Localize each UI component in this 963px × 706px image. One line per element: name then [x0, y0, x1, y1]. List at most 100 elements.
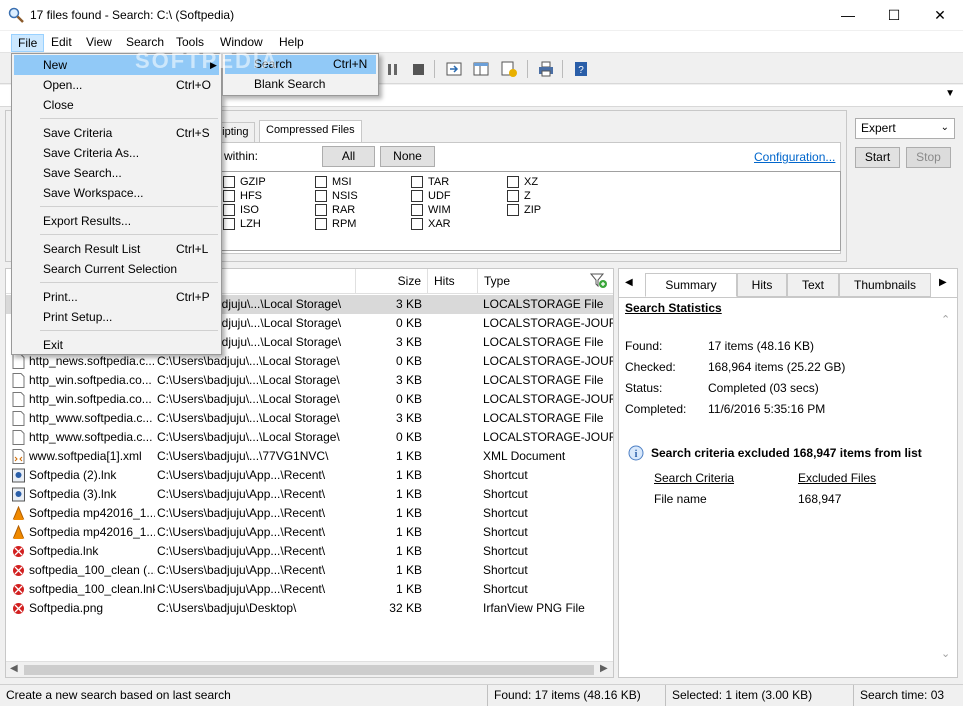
checkbox-box[interactable] — [223, 204, 235, 216]
table-row[interactable]: http_www.softpedia.c... C:\Users\badjuju\… — [6, 409, 613, 428]
column-header-size[interactable]: Size — [356, 269, 428, 293]
format-checkbox[interactable]: HFS — [223, 189, 262, 203]
checkbox-box[interactable] — [223, 176, 235, 188]
printer-icon[interactable] — [537, 60, 555, 78]
checkbox-box[interactable] — [223, 218, 235, 230]
checkbox-box[interactable] — [507, 190, 519, 202]
scroll-up-icon[interactable]: ⌃ — [941, 313, 950, 326]
file-menu-item[interactable]: Save Search... — [14, 163, 219, 183]
checkbox-box[interactable] — [315, 176, 327, 188]
row-path: C:\Users\badjuju\App...\Recent\ — [157, 525, 326, 539]
format-checkbox[interactable]: XZ — [507, 175, 538, 189]
table-row[interactable]: www.softpedia[1].xml C:\Users\badjuju\...… — [6, 447, 613, 466]
menu-separator — [40, 234, 218, 235]
tab-summary[interactable]: Summary — [645, 273, 737, 297]
checkbox-box[interactable] — [411, 190, 423, 202]
format-checkbox[interactable]: MSI — [315, 175, 352, 189]
format-checkbox[interactable]: XAR — [411, 217, 451, 231]
export-icon[interactable] — [445, 60, 463, 78]
help-book-icon[interactable]: ? — [572, 60, 590, 78]
file-menu-item[interactable]: Export Results... — [14, 211, 219, 231]
scrollbar-thumb[interactable] — [24, 665, 594, 675]
menu-edit[interactable]: Edit — [45, 34, 78, 52]
row-name: Softpedia (3).lnk — [29, 487, 117, 501]
file-menu-item[interactable]: Print Setup... — [14, 307, 219, 327]
format-checkbox[interactable]: LZH — [223, 217, 261, 231]
scroll-down-icon[interactable]: ⌄ — [941, 647, 950, 660]
file-menu-item[interactable]: Open... Ctrl+O — [14, 75, 219, 95]
horizontal-scrollbar[interactable]: ◀ ▶ — [6, 661, 613, 677]
file-menu-item[interactable]: Print... Ctrl+P — [14, 287, 219, 307]
checkbox-box[interactable] — [411, 204, 423, 216]
pause-icon[interactable] — [384, 60, 402, 78]
file-menu-item[interactable]: Search Current Selection — [14, 259, 219, 279]
tab-scroll-left-icon[interactable]: ◀ — [625, 277, 633, 288]
formats-box: GZIP MSI TAR XZ HFS NSIS UDF Z ISO RAR WIM ZIP LZH RP… — [216, 171, 841, 251]
table-row[interactable]: Softpedia (3).lnk C:\Users\badjuju\App...… — [6, 485, 613, 504]
table-row[interactable]: Softpedia mp42016_1... C:\Users\badjuju\A… — [6, 523, 613, 542]
filter-add-icon[interactable] — [590, 273, 608, 289]
checkbox-box[interactable] — [315, 204, 327, 216]
maximize-button[interactable]: ☐ — [871, 0, 917, 30]
format-checkbox[interactable]: WIM — [411, 203, 451, 217]
file-menu-item[interactable]: Exit — [14, 335, 219, 355]
row-size: 3 KB — [395, 297, 422, 311]
file-menu-item[interactable]: Save Criteria Ctrl+S — [14, 123, 219, 143]
scroll-left-icon[interactable]: ◀ — [10, 663, 18, 674]
mode-select-value: Expert — [861, 121, 896, 135]
checkbox-box[interactable] — [223, 190, 235, 202]
format-checkbox[interactable]: TAR — [411, 175, 449, 189]
file-menu-item[interactable]: Close — [14, 95, 219, 115]
format-checkbox[interactable]: ISO — [223, 203, 259, 217]
checkbox-box[interactable] — [411, 218, 423, 230]
table-row[interactable]: http_win.softpedia.co... C:\Users\badjuju… — [6, 371, 613, 390]
all-button[interactable]: All — [322, 146, 375, 167]
column-header-hits[interactable]: Hits — [428, 269, 478, 293]
start-button[interactable]: Start — [855, 147, 900, 168]
checkbox-box[interactable] — [507, 176, 519, 188]
table-row[interactable]: Softpedia.png C:\Users\badjuju\Desktop\ 32… — [6, 599, 613, 618]
configuration-link[interactable]: Configuration... — [754, 150, 835, 164]
tab-text[interactable]: Text — [787, 273, 839, 297]
tab-hits[interactable]: Hits — [737, 273, 787, 297]
checkbox-box[interactable] — [507, 204, 519, 216]
stop-button[interactable]: Stop — [906, 147, 951, 168]
scroll-right-icon[interactable]: ▶ — [600, 663, 608, 674]
checkbox-box[interactable] — [315, 190, 327, 202]
format-checkbox[interactable]: GZIP — [223, 175, 266, 189]
options-icon[interactable] — [500, 60, 518, 78]
table-row[interactable]: softpedia_100_clean (... C:\Users\badjuju… — [6, 561, 613, 580]
table-row[interactable]: softpedia_100_clean.lnk C:\Users\badjuju\… — [6, 580, 613, 599]
file-menu-item[interactable]: Save Criteria As... — [14, 143, 219, 163]
new-submenu-item[interactable]: Blank Search — [225, 75, 376, 94]
tab-scroll-right-icon[interactable]: ▶ — [939, 277, 947, 288]
table-row[interactable]: http_win.softpedia.co... C:\Users\badjuju… — [6, 390, 613, 409]
close-button[interactable]: ✕ — [917, 0, 963, 30]
format-checkbox[interactable]: RAR — [315, 203, 355, 217]
table-row[interactable]: Softpedia.lnk C:\Users\badjuju\App...\Rec… — [6, 542, 613, 561]
stop-icon[interactable] — [409, 60, 427, 78]
format-checkbox[interactable]: ZIP — [507, 203, 541, 217]
menu-file[interactable]: File — [11, 34, 45, 52]
file-menu-item[interactable]: Save Workspace... — [14, 183, 219, 203]
format-checkbox[interactable]: Z — [507, 189, 531, 203]
minimize-button[interactable]: — — [825, 0, 871, 30]
layout-icon[interactable] — [472, 60, 490, 78]
checkbox-box[interactable] — [315, 218, 327, 230]
table-row[interactable]: Softpedia mp42016_1... C:\Users\badjuju\A… — [6, 504, 613, 523]
tab-compressed-files[interactable]: Compressed Files — [259, 120, 362, 142]
menu-view[interactable]: View — [80, 34, 118, 52]
format-checkbox[interactable]: RPM — [315, 217, 356, 231]
table-row[interactable]: http_www.softpedia.c... C:\Users\badjuju\… — [6, 428, 613, 447]
checkbox-box[interactable] — [411, 176, 423, 188]
mode-select[interactable]: Expert ⌄ — [855, 118, 955, 139]
dropdown-arrow-icon[interactable]: ▼ — [945, 88, 955, 99]
format-checkbox[interactable]: UDF — [411, 189, 451, 203]
table-row[interactable]: Softpedia (2).lnk C:\Users\badjuju\App...… — [6, 466, 613, 485]
tab-thumbnails[interactable]: Thumbnails — [839, 273, 931, 297]
format-checkbox[interactable]: NSIS — [315, 189, 358, 203]
row-type: LOCALSTORAGE File — [483, 297, 604, 311]
none-button[interactable]: None — [380, 146, 435, 167]
column-header-type[interactable]: Type — [478, 269, 613, 293]
file-menu-item[interactable]: Search Result List Ctrl+L — [14, 239, 219, 259]
